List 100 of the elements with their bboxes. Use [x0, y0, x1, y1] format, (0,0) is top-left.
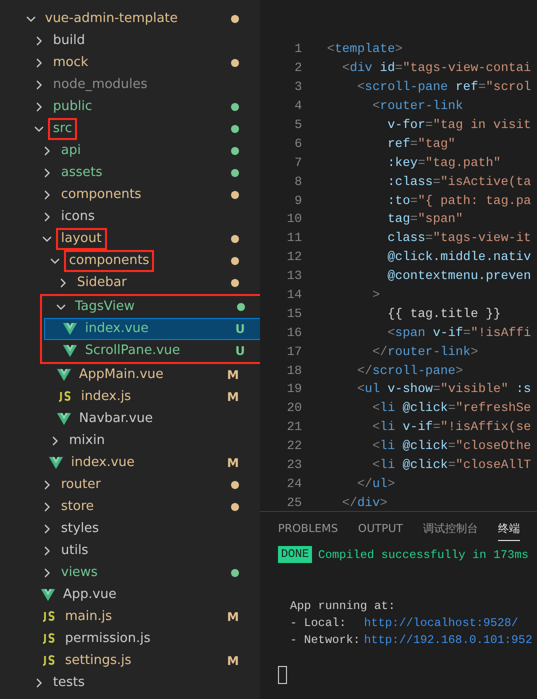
folder-row[interactable]: src — [2, 118, 258, 140]
folder-row[interactable]: store — [2, 496, 258, 518]
file-name: ScrollPane.vue — [84, 342, 182, 360]
code-line: <li v-if="!isAffix(se — [371, 420, 532, 434]
line-number: 23 — [286, 458, 302, 472]
code-line: :class="isActive(ta — [386, 174, 532, 189]
folder-row[interactable]: mixin — [2, 430, 258, 452]
folder-row[interactable]: tests — [2, 672, 258, 694]
line-number: 4 — [293, 99, 302, 114]
folder-row[interactable]: Sidebar — [2, 272, 258, 294]
file-row[interactable]: ScrollPane.vue U — [44, 340, 264, 362]
code-line: <ul v-show="visible" :s — [356, 382, 532, 396]
terminal-link[interactable]: http://192.168.0.101:952 — [364, 632, 532, 646]
git-status-letter: M — [227, 456, 239, 470]
panel-tab[interactable]: 调试控制台 — [422, 517, 478, 541]
file-row[interactable]: index.vue M — [2, 452, 258, 474]
code-line: > — [371, 288, 380, 302]
code-line: <span v-if="!isAffi — [386, 326, 532, 340]
git-status-letter: M — [227, 610, 239, 624]
folder-row[interactable]: router — [2, 474, 258, 496]
file-name: settings.js — [64, 652, 132, 670]
folder-row[interactable]: utils — [2, 540, 258, 562]
folder-name: TagsView — [74, 298, 136, 316]
folder-row[interactable]: views — [2, 562, 258, 584]
file-name: index.js — [80, 388, 132, 406]
vue-file-icon — [57, 369, 71, 381]
vue-file-icon — [49, 457, 63, 469]
folder-name: Sidebar — [76, 274, 128, 292]
folder-row[interactable]: mock — [2, 52, 258, 74]
folder-name: assets — [60, 164, 104, 182]
folder-name: components — [64, 250, 154, 272]
folder-name: tests — [52, 674, 86, 692]
vue-file-icon — [63, 345, 77, 357]
file-name: index.vue — [84, 320, 150, 338]
panel-tab[interactable]: 终端 — [498, 517, 520, 541]
folder-name: public — [52, 98, 94, 116]
js-file-icon — [41, 633, 57, 645]
file-row[interactable]: permission.js — [2, 628, 258, 650]
folder-row[interactable]: icons — [2, 206, 258, 228]
line-number: 7 — [293, 156, 302, 170]
code-line: :to="{ path: tag.pa — [386, 194, 532, 208]
vue-file-icon — [41, 589, 55, 601]
folder-row[interactable]: node_modules — [2, 74, 258, 96]
done-badge: DONE — [278, 546, 312, 563]
folder-row[interactable]: layout — [2, 228, 258, 250]
line-number: 13 — [286, 269, 302, 284]
line-number: 15 — [286, 306, 302, 321]
folder-name: mixin — [68, 432, 106, 450]
terminal-line: App running at: — [290, 598, 396, 612]
folder-row[interactable]: build — [2, 30, 258, 52]
code-line: <scroll-pane ref="scrol — [356, 80, 532, 94]
vue-file-icon — [63, 323, 77, 335]
file-name: Navbar.vue — [78, 410, 154, 428]
file-row[interactable]: main.js M — [2, 606, 258, 628]
line-number: 9 — [293, 194, 302, 208]
code-line: <li @click="closeAllT — [371, 458, 532, 472]
folder-row[interactable]: vue-admin-template — [2, 8, 258, 30]
code-line: <template> — [327, 42, 403, 56]
terminal-link[interactable]: http://localhost:9528/ — [364, 616, 518, 630]
folder-name: mock — [52, 54, 90, 72]
code-line: <li @click="closeOthe — [371, 439, 532, 454]
file-name: App.vue — [62, 586, 118, 604]
folder-row[interactable]: components — [2, 184, 258, 206]
terminal-label: - Network: — [290, 632, 362, 646]
folder-row[interactable]: api — [2, 140, 258, 162]
folder-row[interactable]: TagsView — [44, 296, 264, 318]
code-line: ref="tag" — [386, 136, 456, 151]
file-row[interactable]: App.vue — [2, 584, 258, 606]
file-row[interactable]: AppMain.vue M — [2, 364, 258, 386]
file-name: index.vue — [70, 454, 136, 472]
panel-tab[interactable]: PROBLEMS — [278, 518, 338, 540]
folder-row[interactable]: public — [2, 96, 258, 118]
panel-tab[interactable]: OUTPUT — [358, 518, 403, 540]
file-row[interactable]: settings.js M — [2, 650, 258, 672]
folder-name: styles — [60, 520, 100, 538]
folder-row[interactable]: assets — [2, 162, 258, 184]
file-row[interactable]: Navbar.vue — [2, 408, 258, 430]
js-file-icon — [57, 391, 73, 403]
terminal-label: - Local: — [290, 616, 348, 630]
folder-row[interactable]: styles — [2, 518, 258, 540]
terminal-cursor — [278, 666, 287, 684]
git-status-letter: M — [227, 390, 239, 404]
line-number: 19 — [286, 382, 302, 396]
js-file-icon — [41, 655, 57, 667]
folder-name: icons — [60, 208, 96, 226]
code-line: <router-link — [371, 99, 464, 114]
folder-name: api — [60, 142, 82, 160]
folder-name: utils — [60, 542, 90, 560]
file-name: permission.js — [64, 630, 152, 648]
folder-row[interactable]: components — [2, 250, 258, 272]
git-status-letter: U — [235, 322, 245, 336]
line-number: 21 — [286, 420, 302, 434]
file-row[interactable]: index.js M — [2, 386, 258, 408]
folder-name: src — [48, 118, 77, 140]
line-number: 18 — [286, 364, 302, 378]
code-line: </ul> — [356, 476, 396, 491]
folder-name: node_modules — [52, 76, 148, 94]
line-number: 12 — [286, 250, 302, 264]
line-number: 11 — [286, 231, 302, 246]
line-number: 2 — [293, 61, 302, 76]
